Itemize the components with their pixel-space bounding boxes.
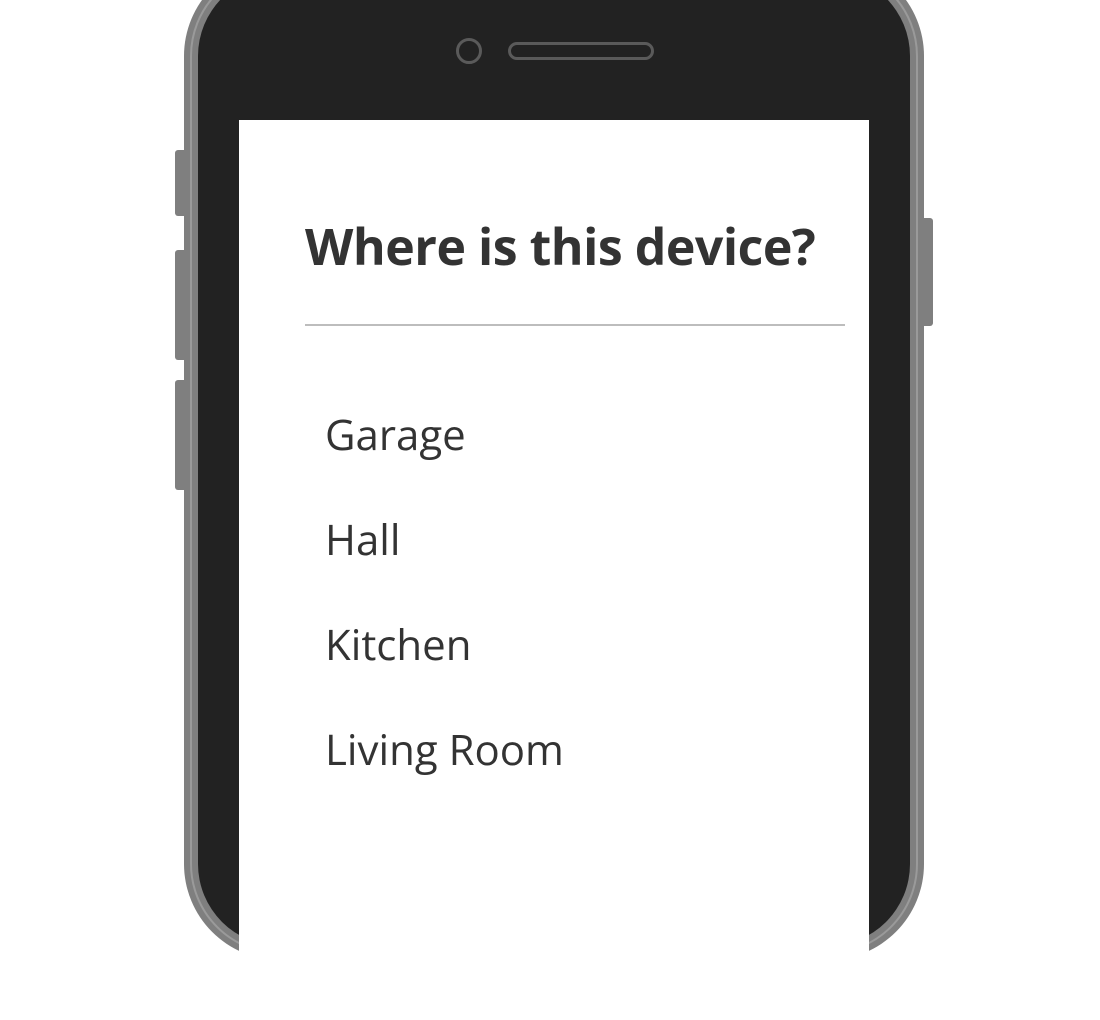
location-option-garage[interactable]: Garage xyxy=(305,382,819,487)
earpiece-icon xyxy=(508,42,654,60)
location-option-kitchen[interactable]: Kitchen xyxy=(305,592,819,697)
divider xyxy=(305,324,845,326)
location-options-list: Garage Hall Kitchen Living Room xyxy=(305,382,819,802)
option-label: Hall xyxy=(325,511,401,568)
phone-face: Where is this device? Garage Hall Kitche… xyxy=(198,0,910,946)
option-label: Kitchen xyxy=(325,616,472,673)
phone-frame: Where is this device? Garage Hall Kitche… xyxy=(184,0,924,960)
volume-up-button xyxy=(175,250,184,360)
volume-down-button xyxy=(175,380,184,490)
option-label: Living Room xyxy=(325,721,564,778)
location-option-living-room[interactable]: Living Room xyxy=(305,697,819,802)
page-title: Where is this device? xyxy=(305,212,819,280)
mute-switch xyxy=(175,150,184,216)
content: Where is this device? Garage Hall Kitche… xyxy=(239,120,869,802)
power-button xyxy=(924,218,933,326)
location-option-hall[interactable]: Hall xyxy=(305,487,819,592)
app-screen: Where is this device? Garage Hall Kitche… xyxy=(239,120,869,1020)
proximity-sensor-icon xyxy=(456,38,482,64)
option-label: Garage xyxy=(325,406,466,463)
